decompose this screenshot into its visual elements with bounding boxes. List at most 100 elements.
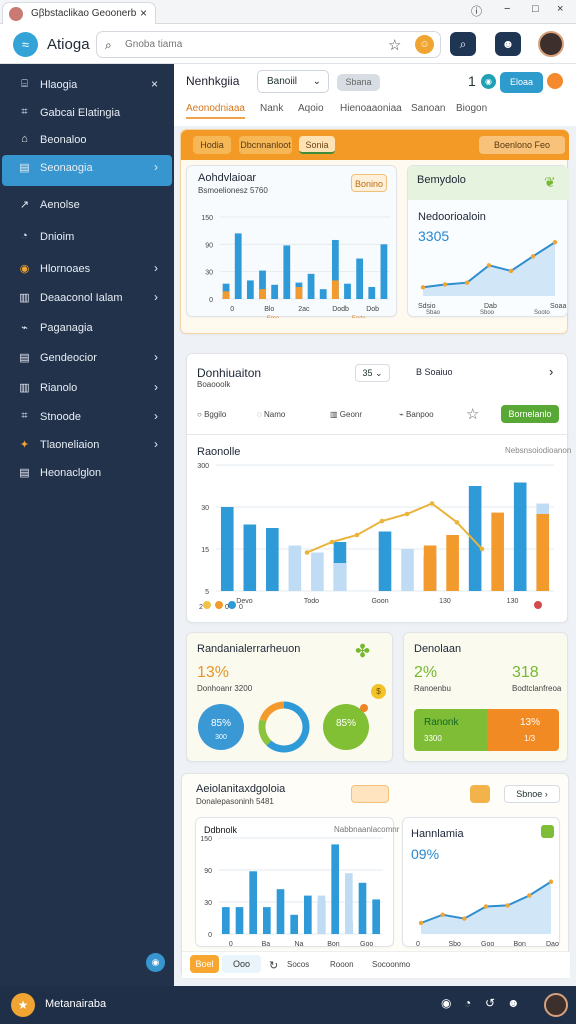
progress-green	[414, 709, 487, 751]
browser-tab[interactable]: Gβbstaclikao Geoonerb ×	[2, 2, 156, 24]
tab-2[interactable]: Nank	[260, 103, 283, 114]
bottom-toolbar-button-5[interactable]: Socoonmo	[372, 960, 410, 969]
trend-point	[404, 511, 410, 517]
primary-button[interactable]: Eloaa	[500, 72, 543, 93]
user-avatar[interactable]	[538, 31, 564, 57]
filter-select[interactable]: Banoiil ⌄	[257, 70, 329, 93]
bottom-avatar[interactable]	[544, 993, 568, 1017]
sidebar-label: Dnioim	[40, 231, 75, 243]
donut-value: 85%	[336, 718, 356, 729]
bar	[222, 907, 230, 934]
chevron-right-icon: ›	[154, 261, 158, 275]
app-launcher-icon[interactable]: ★	[11, 993, 35, 1017]
data-point	[464, 280, 470, 285]
orange-pill[interactable]	[351, 785, 389, 803]
legend-label: 2	[199, 604, 203, 611]
folder-icon[interactable]	[470, 785, 490, 803]
tab-4[interactable]: Hienoaaoniaa	[340, 103, 402, 114]
tab-3[interactable]: Aqoio	[298, 103, 324, 114]
bottom-card-subtitle: Donalepasoninh 5481	[196, 797, 274, 806]
trend-point	[354, 532, 360, 538]
sidebar-item-2[interactable]: ⌗ Gabcai Elatingia	[2, 100, 172, 128]
tab-5[interactable]: Sanoan	[411, 103, 445, 114]
data-point	[552, 240, 558, 245]
search-input[interactable]	[125, 37, 365, 52]
bottom-toolbar-button-4[interactable]: Rooon	[330, 960, 354, 969]
filter-chip-2[interactable]: Dbcnnanloot	[239, 136, 292, 154]
close-window-icon[interactable]: ×	[557, 3, 563, 15]
sidebar-item-10[interactable]: ▤ Gendeocior ›	[2, 345, 172, 373]
data-point	[440, 912, 445, 917]
search-box[interactable]: ⌕ ☆ ☺	[96, 31, 441, 58]
chevron-down-icon: ›	[154, 380, 158, 394]
data-point	[530, 254, 536, 259]
close-icon[interactable]: ×	[151, 77, 158, 91]
sidebar-icon: ▥	[19, 292, 30, 304]
sidebar-label: Stnoode	[40, 411, 81, 423]
star-icon[interactable]: ☆	[388, 36, 401, 54]
bottom-toolbar-button-2[interactable]: Ooo	[222, 955, 261, 973]
sidebar-item-9[interactable]: ⌁ Paganagia	[2, 315, 172, 343]
donut-value: 85%	[211, 718, 231, 729]
bottom-toolbar-button-3[interactable]: Socos	[287, 960, 309, 969]
filter-chip-1[interactable]: Hodia	[193, 136, 231, 154]
status-icon[interactable]: ◉	[481, 74, 496, 89]
sidebar-item-14[interactable]: ▤ Heonaclglon	[2, 460, 172, 488]
search-nav-button[interactable]: ⌕	[450, 32, 476, 56]
chevron-down-icon: ›	[154, 437, 158, 451]
x-tick-label: Na	[294, 941, 303, 948]
tab-1[interactable]: Aeonodniaaa	[186, 103, 245, 119]
sidebar-label: Rianolo	[40, 382, 78, 394]
bar	[345, 873, 353, 934]
maximize-icon[interactable]: □	[532, 3, 539, 15]
y-tick-label: 30	[204, 900, 212, 907]
sidebar-item-6[interactable]: ◔ Dnioim	[2, 224, 172, 252]
legend-marker	[215, 601, 223, 609]
bottom-card-title: Aeiolanitaxdgoloia	[196, 783, 286, 795]
x-tick-label: 130	[439, 598, 451, 605]
filter-action[interactable]: Boenlono Feo	[479, 136, 565, 154]
sidebar-item-1[interactable]: ⌸ Hlaogia ×	[2, 72, 172, 100]
sidebar-icon: ⌗	[21, 410, 28, 422]
data-point	[442, 282, 448, 287]
profile-nav-button[interactable]: ☻	[495, 32, 521, 56]
sidebar-item-7[interactable]: ◉ Hlornoaes ›	[2, 256, 172, 284]
refresh-icon[interactable]: ↻	[269, 959, 278, 972]
sidebar-item-13[interactable]: ✦ Tlaoneliaion ›	[2, 432, 172, 460]
bar	[368, 286, 376, 299]
bar	[401, 549, 414, 591]
header-avatar[interactable]	[547, 73, 563, 89]
help-icon[interactable]: ◉	[146, 953, 165, 972]
tab-6[interactable]: Biogon	[456, 103, 487, 114]
bar	[222, 291, 230, 299]
sidebar-item-8[interactable]: ▥ Deaaconol Ialam ›	[2, 285, 172, 313]
sidebar-item-3[interactable]: ⌂ Beonaloo	[2, 127, 172, 155]
trend-point	[429, 501, 435, 506]
sidebar-item-11[interactable]: ▥ Rianolo ›	[2, 375, 172, 403]
status-icon-4[interactable]: ☻	[507, 996, 520, 1010]
x-tick-label: Ba	[262, 941, 271, 948]
tab-close-icon[interactable]: ×	[140, 6, 147, 20]
area-chart: Sdsio Dab Soaa Sbao Sboo Sooto	[418, 240, 566, 316]
trend-point	[379, 518, 385, 524]
sidebar-item-5[interactable]: ↗ Aenolse	[2, 192, 172, 220]
info-icon[interactable]: ⓘ	[471, 3, 482, 19]
status-icon-3[interactable]: ↺	[485, 996, 495, 1010]
y-tick-label: 90	[204, 868, 212, 875]
secondary-button[interactable]: Sbana	[337, 74, 380, 91]
bottom-card-button[interactable]: Sbnoe ›	[504, 785, 560, 803]
bar	[295, 286, 303, 299]
x-tick-label: 0	[229, 941, 233, 948]
top-toolbar: ≈ Atioga ⌕ ☆ ☺ ⌕ ☻	[0, 24, 576, 64]
status-icon-2[interactable]: ◔	[464, 996, 471, 1010]
filter-chip-3[interactable]: Sonia	[299, 136, 335, 154]
sidebar-item-4[interactable]: ▤ Seonaogia ›	[2, 155, 172, 186]
donut-segment	[259, 701, 285, 722]
x-sub-label: Eode	[352, 316, 367, 318]
bottom-toolbar-button-1[interactable]: Boel	[190, 955, 219, 973]
sidebar-item-12[interactable]: ⌗ Stnoode ›	[2, 404, 172, 432]
emoji-icon[interactable]: ☺	[415, 35, 434, 54]
status-icon-1[interactable]: ◉	[441, 996, 451, 1010]
minimize-icon[interactable]: −	[504, 3, 510, 15]
sidebar-icon: ◉	[19, 263, 30, 275]
